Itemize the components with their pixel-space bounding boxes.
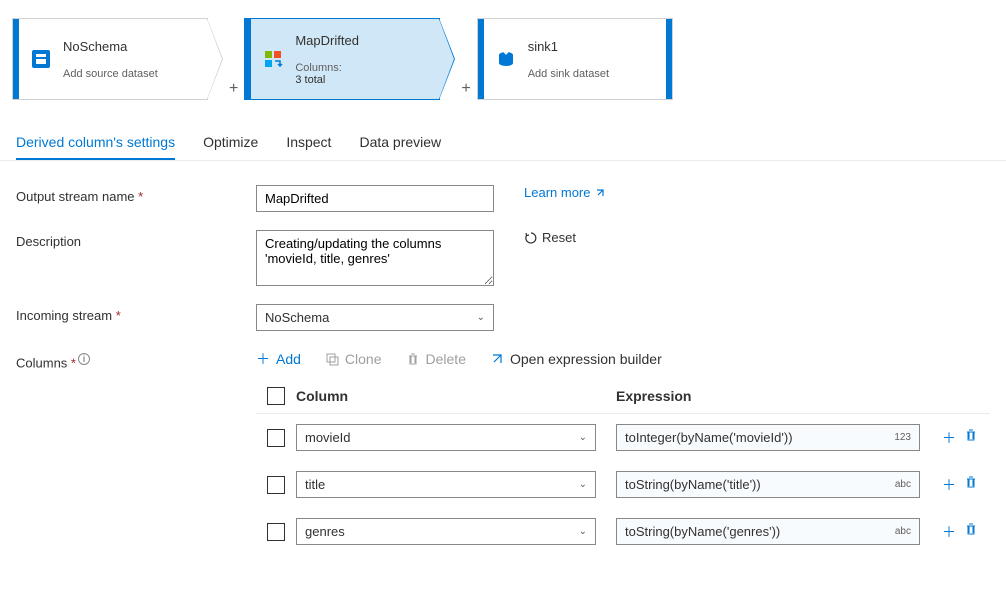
- clone-button[interactable]: Clone: [325, 349, 382, 369]
- table-row: title ⌄ toString(byName('title')) abc ＋: [256, 461, 990, 508]
- add-step-button[interactable]: +: [229, 80, 238, 98]
- node-sublabel: Columns:: [295, 62, 431, 74]
- plus-icon: ＋: [256, 349, 270, 369]
- expression-input[interactable]: toString(byName('genres')) abc: [616, 518, 920, 545]
- add-row-button[interactable]: ＋: [942, 428, 956, 448]
- settings-tabs: Derived column's settings Optimize Inspe…: [0, 118, 1006, 161]
- flow-node-source[interactable]: NoSchema Add source dataset: [12, 18, 208, 100]
- learn-more-link[interactable]: Learn more: [524, 185, 606, 200]
- type-badge: abc: [895, 479, 911, 490]
- add-row-button[interactable]: ＋: [942, 522, 956, 542]
- info-icon[interactable]: i: [78, 353, 90, 365]
- trash-icon: [964, 475, 978, 489]
- node-arrow: [439, 18, 455, 100]
- node-accent: [478, 19, 484, 99]
- add-row-button[interactable]: ＋: [942, 475, 956, 495]
- table-row: movieId ⌄ toInteger(byName('movieId')) 1…: [256, 414, 990, 461]
- expression-input[interactable]: toString(byName('title')) abc: [616, 471, 920, 498]
- columns-table: Column Expression movieId ⌄: [256, 379, 990, 555]
- delete-row-button[interactable]: [964, 475, 978, 495]
- table-header: Column Expression: [256, 379, 990, 414]
- settings-panel: Output stream name * Learn more Descript…: [0, 161, 1006, 597]
- trash-icon: [964, 428, 978, 442]
- open-expression-button[interactable]: Open expression builder: [490, 349, 662, 369]
- flow-node-sink[interactable]: sink1 Add sink dataset: [477, 18, 673, 100]
- tab-optimize[interactable]: Optimize: [203, 126, 258, 160]
- chevron-down-icon: ⌄: [579, 526, 587, 537]
- node-subtitle: Add source dataset: [63, 68, 199, 80]
- chevron-down-icon: ⌄: [579, 432, 587, 443]
- external-link-icon: [490, 352, 504, 366]
- tab-settings[interactable]: Derived column's settings: [16, 126, 175, 160]
- description-label: Description: [16, 230, 256, 249]
- column-toolbar: ＋ Add Clone Delete Open expression build…: [256, 349, 990, 379]
- node-subvalue: 3 total: [295, 74, 431, 86]
- trash-icon: [964, 522, 978, 536]
- delete-row-button[interactable]: [964, 428, 978, 448]
- description-input[interactable]: Creating/updating the columns 'movieId, …: [256, 230, 494, 286]
- tab-inspect[interactable]: Inspect: [286, 126, 331, 160]
- row-checkbox[interactable]: [267, 476, 285, 494]
- select-all-checkbox[interactable]: [267, 387, 285, 405]
- column-name-input[interactable]: movieId ⌄: [296, 424, 596, 451]
- flow-canvas: NoSchema Add source dataset + MapDrifted…: [0, 0, 1006, 118]
- flow-node-derived[interactable]: MapDrifted Columns: 3 total: [244, 18, 440, 100]
- clone-icon: [325, 352, 339, 366]
- node-title: NoSchema: [63, 39, 199, 54]
- external-link-icon: [594, 187, 606, 199]
- column-name-input[interactable]: title ⌄: [296, 471, 596, 498]
- expression-input[interactable]: toInteger(byName('movieId')) 123: [616, 424, 920, 451]
- incoming-stream-select[interactable]: NoSchema ⌄: [256, 304, 494, 331]
- node-title: MapDrifted: [295, 33, 431, 48]
- reset-button[interactable]: Reset: [524, 230, 576, 245]
- node-subtitle: Add sink dataset: [528, 68, 658, 80]
- sink-icon: [492, 45, 520, 73]
- incoming-stream-label: Incoming stream *: [16, 304, 256, 323]
- column-name-input[interactable]: genres ⌄: [296, 518, 596, 545]
- output-stream-input[interactable]: [256, 185, 494, 212]
- chevron-down-icon: ⌄: [477, 312, 485, 323]
- row-checkbox[interactable]: [267, 429, 285, 447]
- source-icon: [27, 45, 55, 73]
- tab-preview[interactable]: Data preview: [359, 126, 441, 160]
- trash-icon: [406, 352, 420, 366]
- delete-row-button[interactable]: [964, 522, 978, 542]
- add-column-button[interactable]: ＋ Add: [256, 349, 301, 369]
- type-badge: 123: [894, 432, 911, 443]
- table-row: genres ⌄ toString(byName('genres')) abc …: [256, 508, 990, 555]
- row-checkbox[interactable]: [267, 523, 285, 541]
- node-accent: [245, 19, 251, 99]
- column-header: Column: [296, 388, 616, 404]
- output-stream-label: Output stream name *: [16, 185, 256, 204]
- expression-header: Expression: [616, 388, 930, 404]
- node-accent: [13, 19, 19, 99]
- columns-label: Columns *i: [16, 349, 256, 370]
- chevron-down-icon: ⌄: [579, 479, 587, 490]
- node-arrow: [207, 18, 223, 100]
- node-accent: [666, 19, 672, 99]
- derived-icon: [259, 45, 287, 73]
- delete-button[interactable]: Delete: [406, 349, 466, 369]
- reset-icon: [524, 231, 538, 245]
- add-step-button[interactable]: +: [461, 80, 470, 98]
- type-badge: abc: [895, 526, 911, 537]
- node-title: sink1: [528, 39, 658, 54]
